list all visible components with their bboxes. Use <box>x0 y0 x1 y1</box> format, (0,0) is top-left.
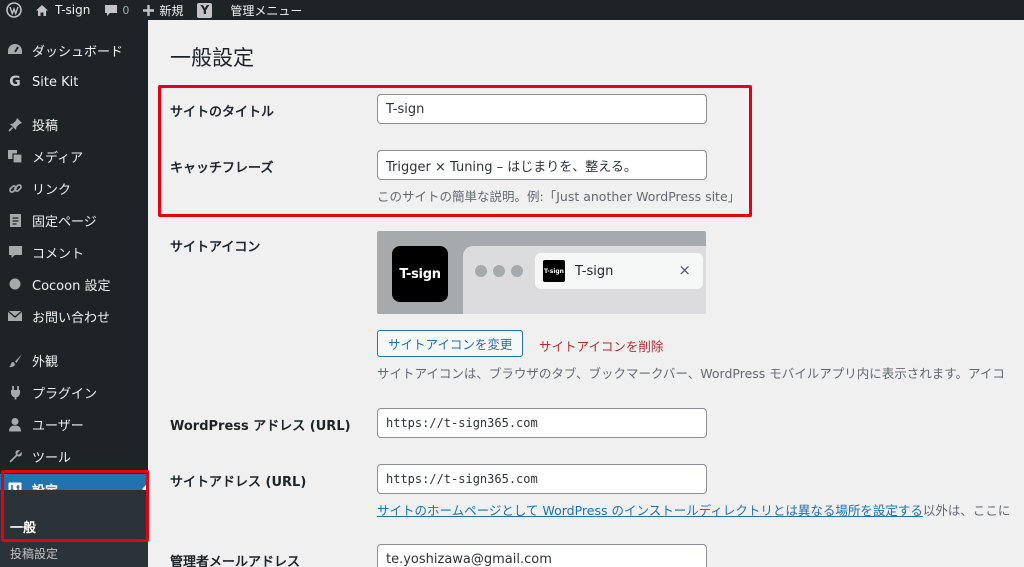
site-name-link[interactable]: T-sign <box>28 0 97 20</box>
plus-icon <box>143 4 155 16</box>
user-icon <box>7 416 23 432</box>
yoast-icon: Y <box>197 2 213 18</box>
link-icon <box>7 180 23 196</box>
site-address-description-rest: 以外は、ここに <box>922 503 1011 518</box>
settings-menu-highlight <box>1 470 149 542</box>
wordpress-logo-icon[interactable] <box>0 0 28 20</box>
home-icon <box>35 4 49 17</box>
site-address-description: サイトのホームページとして WordPress のインストールディレクトリとは異… <box>377 500 1010 519</box>
sidebar-item-dashboard[interactable]: ダッシュボード <box>0 35 148 65</box>
comments-link[interactable]: 0 <box>97 0 136 20</box>
submenu-item-writing[interactable]: 投稿設定 <box>10 545 58 562</box>
sidebar-item-label: ユーザー <box>32 418 84 434</box>
site-icon-image: T-sign <box>392 246 448 302</box>
window-dot-icon <box>511 265 523 277</box>
sidebar-item-tools[interactable]: ツール <box>0 441 148 471</box>
admin-email-input[interactable]: te.yoshizawa@gmail.com <box>377 544 707 567</box>
sidebar-item-label: 投稿 <box>32 118 59 134</box>
wp-address-label: WordPress アドレス (URL) <box>170 419 351 434</box>
brush-icon <box>7 352 23 368</box>
favicon-icon: T-sign <box>543 260 565 282</box>
new-label: 新規 <box>159 3 184 18</box>
tab-title: T-sign <box>575 263 614 279</box>
browser-preview: T-sign T-sign × <box>463 246 706 314</box>
new-content-link[interactable]: 新規 <box>136 0 190 20</box>
yoast-seo-menu[interactable]: Y <box>190 0 219 20</box>
sidebar-item-media[interactable]: メディア <box>0 141 148 171</box>
sidebar-item-label: 外観 <box>32 354 59 370</box>
site-icon-label: サイトアイコン <box>170 240 261 255</box>
remove-site-icon-link[interactable]: サイトアイコンを削除 <box>539 336 663 355</box>
wp-address-input[interactable]: https://t-sign365.com <box>377 408 707 438</box>
sidebar-item-label: お問い合わせ <box>32 310 111 326</box>
page-icon <box>7 212 23 228</box>
site-address-help-link[interactable]: サイトのホームページとして WordPress のインストールディレクトリとは異… <box>377 503 923 518</box>
mail-icon <box>7 308 23 324</box>
sidebar-item-users[interactable]: ユーザー <box>0 409 148 439</box>
sidebar-item-label: メディア <box>32 150 84 166</box>
circle-icon <box>7 276 23 292</box>
dashboard-icon <box>7 42 23 58</box>
comment-bubble-icon <box>104 4 118 17</box>
sidebar-item-posts[interactable]: 投稿 <box>0 109 148 139</box>
site-address-input[interactable]: https://t-sign365.com <box>377 464 707 494</box>
sidebar-item-label: 固定ページ <box>32 214 97 230</box>
sidebar-item-label: コメント <box>32 246 85 262</box>
comment-icon <box>7 244 23 260</box>
sidebar-item-site-kit[interactable]: G Site Kit <box>0 67 148 97</box>
sidebar-item-label: Site Kit <box>32 74 79 90</box>
site-kit-icon: G <box>9 74 21 90</box>
sidebar-item-label: ツール <box>32 450 72 466</box>
site-name-label: T-sign <box>55 3 91 17</box>
plugin-icon <box>7 384 23 400</box>
sidebar-item-label: プラグイン <box>32 386 98 402</box>
sidebar-item-comments[interactable]: コメント <box>0 237 148 267</box>
title-tagline-highlight <box>158 85 752 217</box>
admin-menu-label: 管理メニュー <box>230 3 303 18</box>
sidebar-item-appearance[interactable]: 外観 <box>0 345 148 375</box>
wrench-icon <box>7 448 23 464</box>
sidebar-item-pages[interactable]: 固定ページ <box>0 205 148 235</box>
window-dot-icon <box>493 265 505 277</box>
close-icon: × <box>678 261 691 279</box>
sidebar-item-links[interactable]: リンク <box>0 173 148 203</box>
sidebar-item-label: リンク <box>32 182 72 198</box>
sidebar-item-plugins[interactable]: プラグイン <box>0 377 148 407</box>
pin-icon <box>7 116 23 132</box>
sidebar-item-label: ダッシュボード <box>32 44 124 60</box>
sidebar-item-contact[interactable]: お問い合わせ <box>0 301 148 331</box>
site-icon-preview: T-sign T-sign T-sign × <box>377 231 706 314</box>
site-icon-description: サイトアイコンは、ブラウザのタブ、ブックマークバー、WordPress モバイル… <box>377 366 1005 381</box>
sidebar-item-cocoon-settings[interactable]: Cocoon 設定 <box>0 269 148 299</box>
site-address-label: サイトアドレス (URL) <box>170 475 307 490</box>
admin-bar: T-sign 0 新規 Y 管理メニュー <box>0 0 1024 20</box>
media-icon <box>7 148 23 164</box>
sidebar-item-label: Cocoon 設定 <box>32 278 111 294</box>
change-site-icon-button[interactable]: サイトアイコンを変更 <box>377 330 524 357</box>
admin-email-label: 管理者メールアドレス <box>170 555 301 567</box>
comment-count: 0 <box>122 3 130 17</box>
admin-menu-link[interactable]: 管理メニュー <box>223 0 309 20</box>
page-title: 一般設定 <box>170 46 254 70</box>
browser-tab-preview: T-sign T-sign × <box>535 253 703 289</box>
window-dot-icon <box>475 265 487 277</box>
